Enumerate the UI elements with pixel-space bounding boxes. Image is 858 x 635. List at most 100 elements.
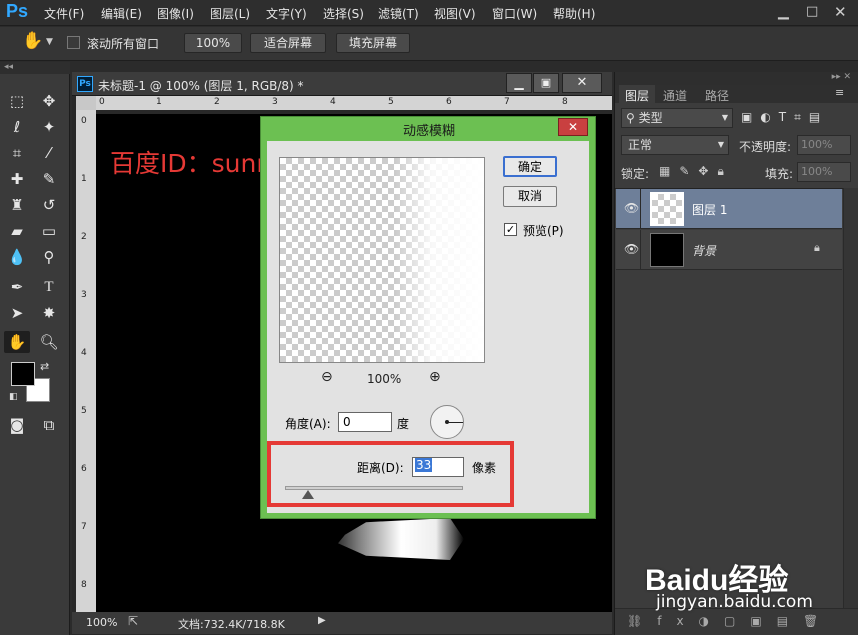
menu-layer[interactable]: 图层(L) xyxy=(210,5,250,22)
tab-layers[interactable]: 图层 xyxy=(619,85,656,103)
magic-wand-icon[interactable]: ✦ xyxy=(38,116,60,138)
visibility-eye-icon[interactable]: 👁︎ xyxy=(624,201,639,215)
zoom-out-icon[interactable]: ⊖ xyxy=(321,369,333,385)
menu-filter[interactable]: 滤镜(T) xyxy=(378,5,419,22)
layer-row-background[interactable]: 👁︎ 背景 🔒︎ xyxy=(616,230,842,270)
brush-tool-icon[interactable]: ✎ xyxy=(38,168,60,190)
cancel-button[interactable]: 取消 xyxy=(503,186,557,207)
minimize-icon[interactable]: ▁ xyxy=(778,4,789,20)
healing-brush-icon[interactable]: ✚ xyxy=(6,168,28,190)
dodge-tool-icon[interactable]: ⚲ xyxy=(38,246,60,268)
default-colors-icon[interactable]: ◧ xyxy=(9,392,18,402)
ok-button[interactable]: 确定 xyxy=(503,156,557,177)
chevron-down-icon: ▼ xyxy=(717,140,724,149)
doc-close-icon[interactable]: ✕ xyxy=(562,73,602,93)
close-app-icon[interactable]: ✕ xyxy=(834,3,847,21)
menu-view[interactable]: 视图(V) xyxy=(434,5,476,22)
photoshop-logo-icon: Ps xyxy=(6,1,29,21)
distance-slider-thumb[interactable] xyxy=(302,490,315,499)
menu-edit[interactable]: 编辑(E) xyxy=(101,5,142,22)
pen-tool-icon[interactable]: ✒ xyxy=(6,276,28,298)
path-select-icon[interactable]: ➤ xyxy=(6,302,28,324)
zoom-tool-icon[interactable]: 🔍︎ xyxy=(38,331,60,353)
filter-icons[interactable]: ▣◐T⌗▤ xyxy=(741,110,828,125)
zoom-in-icon[interactable]: ⊕ xyxy=(429,369,441,385)
angle-input[interactable]: 0 xyxy=(338,412,392,432)
layer-filter-select[interactable]: ⚲ 类型 ▼ xyxy=(621,108,733,128)
foreground-color-swatch[interactable] xyxy=(11,362,35,386)
divider xyxy=(640,189,641,229)
layer-footer-icons[interactable]: ⛓fx◑▢▣▤🗑︎ xyxy=(627,614,833,628)
visibility-eye-icon[interactable]: 👁︎ xyxy=(624,242,639,256)
fill-screen-button[interactable]: 填充屏幕 xyxy=(336,33,410,53)
quick-mask-icon[interactable]: ◙ xyxy=(6,414,28,436)
shape-tool-icon[interactable]: ✸ xyxy=(38,302,60,324)
swap-colors-icon[interactable]: ⇄ xyxy=(40,360,49,373)
ruler-label: 2 xyxy=(81,232,87,242)
eraser-tool-icon[interactable]: ▰ xyxy=(6,220,28,242)
status-menu-arrow-icon[interactable]: ▶ xyxy=(318,615,326,626)
history-brush-icon[interactable]: ↺ xyxy=(38,194,60,216)
menu-help[interactable]: 帮助(H) xyxy=(553,5,595,22)
ruler-label: 2 xyxy=(214,97,220,107)
angle-dial[interactable] xyxy=(430,405,464,439)
move-tool-icon[interactable]: ✥ xyxy=(38,90,60,112)
preview-checkbox[interactable]: ✓ xyxy=(504,223,517,236)
document-tab[interactable]: Ps 未标题-1 @ 100% (图层 1, RGB/8) * ▁ ▣ ✕ xyxy=(72,72,612,96)
gradient-tool-icon[interactable]: ▭ xyxy=(38,220,60,242)
baidu-watermark-url: jingyan.baidu.com xyxy=(656,592,813,612)
panel-collapse-icon[interactable]: ▸▸ ✕ xyxy=(615,72,858,85)
preview-area[interactable] xyxy=(279,157,485,363)
tab-paths[interactable]: 路径 xyxy=(705,87,729,104)
marquee-tool-icon[interactable]: ⬚ xyxy=(6,90,28,112)
ruler-label: 3 xyxy=(81,290,87,300)
doc-restore-icon[interactable]: ▣ xyxy=(533,73,559,93)
scroll-all-label: 滚动所有窗口 xyxy=(87,37,160,51)
export-icon[interactable]: ⇱ xyxy=(128,614,138,628)
scroll-all-checkbox[interactable] xyxy=(67,36,80,49)
lock-icons[interactable]: ▦✎✥🔒︎ xyxy=(659,164,733,179)
ruler-label: 8 xyxy=(81,580,87,590)
menu-image[interactable]: 图像(I) xyxy=(157,5,194,22)
hand-tool-icon[interactable]: ✋ xyxy=(22,31,43,51)
layers-scrollbar[interactable] xyxy=(843,188,858,608)
panel-menu-icon[interactable]: ≡ xyxy=(835,86,844,99)
chevron-down-icon[interactable]: ▼ xyxy=(46,37,53,47)
menu-window[interactable]: 窗口(W) xyxy=(492,5,537,22)
opacity-input[interactable]: 100% xyxy=(797,135,851,155)
blend-mode-select[interactable]: 正常 ▼ xyxy=(621,135,729,155)
tab-channels[interactable]: 通道 xyxy=(663,87,687,104)
layer-row-layer1[interactable]: 👁︎ 图层 1 xyxy=(616,189,842,229)
doc-minimize-icon[interactable]: ▁ xyxy=(506,73,532,93)
layers-footer: ⛓fx◑▢▣▤🗑︎ xyxy=(615,608,858,635)
layers-panel: ▸▸ ✕ 图层 通道 路径 ≡ ⚲ 类型 ▼ ▣◐T⌗▤ 正常 ▼ 不透明度: … xyxy=(614,72,858,635)
fit-screen-button[interactable]: 适合屏幕 xyxy=(250,33,326,53)
distance-input[interactable]: 33 xyxy=(412,457,464,477)
fill-input[interactable]: 100% xyxy=(797,162,851,182)
ruler-label: 8 xyxy=(562,97,568,107)
type-tool-icon[interactable]: T xyxy=(38,276,60,298)
angle-dial-needle xyxy=(447,422,463,423)
eyedropper-icon[interactable]: ⁄ xyxy=(38,142,60,164)
chevron-down-icon: ▼ xyxy=(721,113,728,122)
dialog-title: 动感模糊 xyxy=(402,124,455,139)
menu-select[interactable]: 选择(S) xyxy=(323,5,364,22)
horizontal-ruler: 0 1 2 3 4 5 6 7 8 xyxy=(96,96,612,110)
clone-stamp-icon[interactable]: ♜ xyxy=(6,194,28,216)
ruler-label: 1 xyxy=(156,97,162,107)
opacity-label: 不透明度: xyxy=(739,140,792,154)
menu-file[interactable]: 文件(F) xyxy=(44,5,84,22)
lasso-tool-icon[interactable]: ℓ xyxy=(6,116,28,138)
crop-tool-icon[interactable]: ⌗ xyxy=(6,142,28,164)
dialog-close-icon[interactable]: ✕ xyxy=(558,118,588,136)
maximize-icon[interactable]: □ xyxy=(806,4,818,19)
zoom-100-button[interactable]: 100% xyxy=(184,33,242,53)
blur-tool-icon[interactable]: 💧 xyxy=(6,246,28,268)
hand-tool-icon[interactable]: ✋ xyxy=(4,331,30,353)
toolbox-collapse-icon[interactable]: ◂◂ xyxy=(0,62,70,74)
menu-type[interactable]: 文字(Y) xyxy=(266,5,307,22)
screen-mode-icon[interactable]: ⧉ xyxy=(38,414,60,436)
ruler-label: 7 xyxy=(504,97,510,107)
ruler-origin[interactable] xyxy=(76,96,96,110)
status-zoom[interactable]: 100% xyxy=(86,616,117,629)
